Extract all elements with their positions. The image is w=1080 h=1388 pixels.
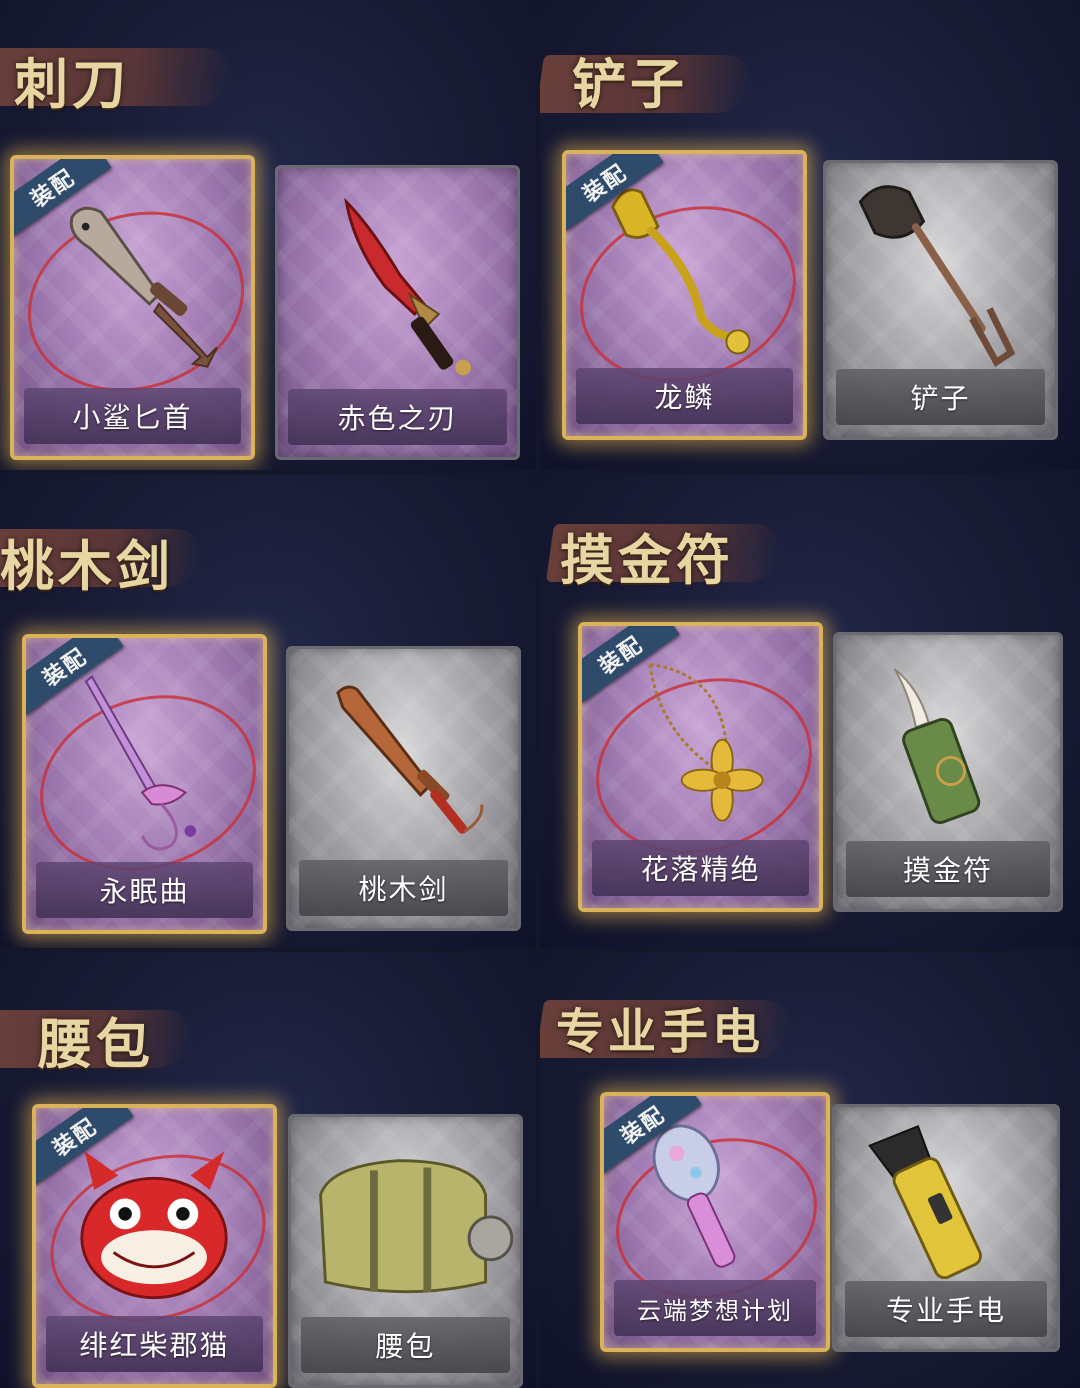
- section-title: 专业手电: [556, 1004, 765, 1060]
- card-name-label: 摸金符: [846, 841, 1050, 897]
- red-blade-icon: [278, 168, 517, 387]
- flashlight-icon: [835, 1107, 1057, 1280]
- section-title: 腰包: [38, 1012, 154, 1076]
- section-shovel: 铲子 龙鳞 装配 铲子: [540, 0, 1080, 470]
- section-title: 桃木剑: [0, 534, 174, 598]
- card-name-label: 龙鳞: [576, 368, 793, 424]
- skin-card-equipped[interactable]: 小鲨匕首 装配: [10, 155, 255, 460]
- section-mojin-talisman: 摸金符 花落精绝 装配 摸金符: [540, 474, 1080, 948]
- card-name-label: 绯红柴郡猫: [46, 1316, 263, 1372]
- skin-card[interactable]: 摸金符: [833, 632, 1063, 912]
- skin-card-equipped[interactable]: 云端梦想计划 装配: [600, 1092, 830, 1352]
- skin-card-equipped[interactable]: 花落精绝 装配: [578, 622, 823, 912]
- section-title: 刺刀: [14, 52, 130, 116]
- peachwood-sword-icon: [289, 649, 518, 858]
- skin-card-equipped[interactable]: 绯红柴郡猫 装配: [32, 1104, 277, 1388]
- skin-card[interactable]: 腰包: [288, 1114, 523, 1388]
- card-name-label: 赤色之刃: [288, 389, 507, 445]
- skin-card[interactable]: 铲子: [823, 160, 1058, 440]
- section-flashlight: 专业手电 云端梦想计划 装配 专业手电: [540, 952, 1080, 1388]
- card-name-label: 小鲨匕首: [24, 388, 241, 444]
- mojin-talisman-icon: [836, 635, 1060, 839]
- skin-card[interactable]: 赤色之刃: [275, 165, 520, 460]
- skin-card[interactable]: 桃木剑: [286, 646, 521, 931]
- skin-card[interactable]: 专业手电: [832, 1104, 1060, 1352]
- card-name-label: 花落精绝: [592, 840, 809, 896]
- skin-card-equipped[interactable]: 永眠曲 装配: [22, 634, 267, 934]
- card-name-label: 云端梦想计划: [614, 1280, 816, 1336]
- section-dagger: 刺刀 小鲨匕首 装配 赤色之刃: [0, 0, 536, 470]
- card-name-label: 桃木剑: [299, 860, 508, 916]
- section-peachwood-sword: 桃木剑 永眠曲 装配 桃木剑: [0, 474, 536, 948]
- section-waist-bag: 腰包 绯红柴郡猫 装配 腰包: [0, 952, 536, 1388]
- shovel-icon: [826, 163, 1055, 368]
- waist-bag-icon: [291, 1117, 520, 1315]
- skin-card-equipped[interactable]: 龙鳞 装配: [562, 150, 807, 440]
- card-name-label: 铲子: [836, 369, 1045, 425]
- card-name-label: 永眠曲: [36, 862, 253, 918]
- card-name-label: 腰包: [301, 1317, 510, 1373]
- section-title: 铲子: [572, 52, 688, 116]
- card-name-label: 专业手电: [845, 1281, 1047, 1337]
- section-title: 摸金符: [560, 528, 734, 592]
